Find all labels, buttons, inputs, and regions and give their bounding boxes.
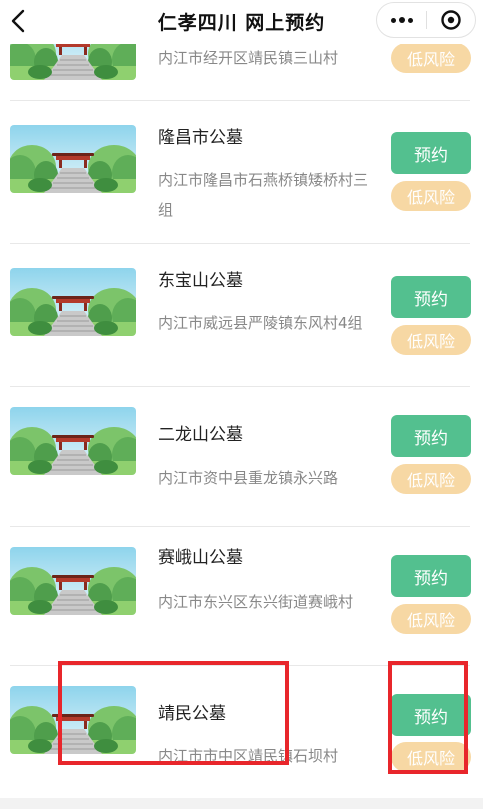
cemetery-thumbnail [10, 125, 136, 193]
cemetery-name: 赛峨山公墓 [158, 548, 243, 568]
risk-badge: 低风险 [391, 604, 471, 634]
cemetery-address: 内江市隆昌市石燕桥镇矮桥村三组 [158, 171, 369, 219]
more-dots-icon [390, 17, 396, 23]
mini-program-capsule [376, 2, 476, 38]
risk-badge: 低风险 [391, 464, 471, 494]
more-dots-icon [407, 17, 413, 23]
cemetery-address: 内江市资中县重龙镇永兴路 [158, 469, 339, 487]
cemetery-thumbnail [10, 547, 136, 615]
highlight-box-book [388, 661, 468, 774]
divider [10, 100, 470, 101]
divider [10, 526, 470, 527]
risk-badge: 低风险 [391, 325, 471, 355]
bottom-band [0, 798, 483, 809]
cemetery-thumbnail [10, 268, 136, 336]
more-button[interactable] [377, 3, 426, 37]
nav-bar: 仁孝四川 网上预约 [0, 0, 483, 44]
book-button[interactable]: 预约 [391, 276, 471, 318]
cemetery-name: 隆昌市公墓 [158, 128, 243, 148]
highlight-box-name [58, 661, 289, 765]
divider [10, 386, 470, 387]
more-dots-icon [398, 17, 405, 23]
divider [10, 243, 470, 244]
cemetery-address: 内江市东兴区东兴街道赛峨村 [158, 593, 354, 611]
risk-badge: 低风险 [391, 181, 471, 211]
book-button[interactable]: 预约 [391, 132, 471, 174]
book-button[interactable]: 预约 [391, 555, 471, 597]
cemetery-name: 二龙山公墓 [158, 425, 243, 445]
cemetery-address: 内江市经开区靖民镇三山村 [158, 49, 339, 67]
risk-badge: 低风险 [391, 43, 471, 73]
target-close-icon [441, 10, 461, 30]
cemetery-thumbnail [10, 407, 136, 475]
cemetery-address: 内江市威远县严陵镇东风村4组 [158, 314, 363, 332]
book-button[interactable]: 预约 [391, 415, 471, 457]
close-button[interactable] [427, 3, 475, 37]
cemetery-name: 东宝山公墓 [158, 271, 243, 291]
